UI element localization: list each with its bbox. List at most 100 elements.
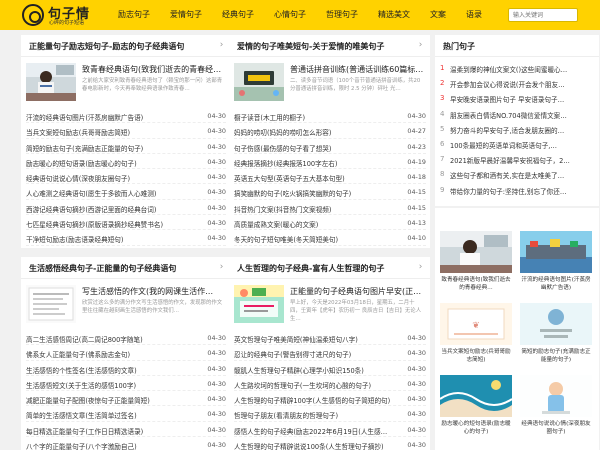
chevron-right-icon[interactable]: › [417,262,424,272]
list-item-title[interactable]: 抖音热门文案(抖音热门文案视频) [234,204,394,214]
list-item[interactable]: 简短的励志句子(充满励志正能量的句子) 04-30 [26,139,226,154]
list-item-title[interactable]: 人心难测之经典语句(愿生于多欲而人心难测) [26,188,194,198]
list-item[interactable]: 冬天的句子短句唯美(冬天简短美句) 04-10 [234,230,426,246]
list-item[interactable]: 干净短句励志(励志语录经典短句) 04-30 [26,230,226,246]
list-item[interactable]: 励志暖心的短句语录(励志暖心的句子) 04-30 [26,154,226,170]
hot-item[interactable]: 3 早安晚安语录图片句子 早安语录句子… [440,91,592,106]
nav-item-inspirational[interactable]: 励志句子 [108,0,160,30]
featured-article[interactable]: 写生活感悟的作文(我的网课生活作… 欣赏过这么多的满分作文写生活感悟的作文，发现… [26,285,226,325]
hot-item[interactable]: 5 努力奋斗的早安句子,适合发朋友圈的… [440,122,592,137]
gallery-caption[interactable]: 简短的励志句子(充满励志正能量的句子) [520,348,592,365]
gallery-caption[interactable]: 当兵文案短句励志(兵哥哥励志简短) [440,348,512,365]
hot-item[interactable]: 9 带给你力量的句子:坚持住,别忘了你还… [440,183,592,198]
list-item[interactable]: 人生哲理的句子精辟100字(人生感悟的句子简短的句) 04-30 [234,391,426,407]
list-item-title[interactable]: 当兵文案短句励志(兵哥哥励志简短) [26,127,194,137]
chevron-right-icon[interactable]: › [218,40,225,50]
list-item-title[interactable]: 八个字的正能量句子(八个字激励自己) [26,441,194,450]
list-item[interactable]: 减肥正能量句子配图(夜惊句子正能量简短) 04-30 [26,391,226,407]
list-item[interactable]: 句子伤感(最伤感的句子看了想哭) 04-23 [234,139,426,154]
gallery-item[interactable]: 汗流的经典语句图片(汗蒸房幽默广告语) [520,231,592,297]
section-title[interactable]: 正能量句子励志短句子-励志的句子经典语句 [29,41,184,52]
hot-item[interactable]: 8 这些句子都和酒有关,实在是太唯美了… [440,167,592,182]
section-title[interactable]: 生活感悟经典句子-正能量的句子经典语句 [29,263,176,274]
list-item[interactable]: 搞笑幽默的句子(吃火锅搞笑幽默的句子) 04-15 [234,184,426,200]
hot-item-title[interactable]: 温柔到爆的神仙文案文()这些闺蜜暖心… [450,64,592,74]
nav-item-philosophy[interactable]: 哲理句子 [316,0,368,30]
list-item[interactable]: 哲理句子朋友(看清朋友的哲理句子) 04-30 [234,406,426,422]
list-item-title[interactable]: 每日精选正能量句子(工作日日精选语录) [26,426,194,436]
list-item-title[interactable]: 减肥正能量句子配图(夜惊句子正能量简短) [26,395,194,405]
gallery-thumbnail[interactable] [440,375,512,417]
hot-item-title[interactable]: 2021新版早晨好温馨早安祝福句子，2… [450,155,592,165]
list-item[interactable]: 每日精选正能量句子(工作日日精选语录) 04-30 [26,422,226,438]
gallery-item[interactable]: 经典语句说说心情(深夜朋友圈句子) [520,375,592,441]
nav-item-classic[interactable]: 经典句子 [212,0,264,30]
list-item[interactable]: 经典报落摘抄(经典报落100字左右) 04-19 [234,154,426,170]
list-item-title[interactable]: 生活感悟的个性签名(生活感悟的文章) [26,365,194,375]
gallery-thumbnail[interactable] [520,375,592,417]
list-item[interactable]: 妈妈的唠叨(妈妈的唠叨怎么形容) 04-27 [234,123,426,139]
gallery-thumbnail[interactable] [520,231,592,273]
gallery-item[interactable]: 简短的励志句子(充满励志正能量的句子) [520,303,592,369]
list-item[interactable]: 抖音热门文案(抖音热门文案视频) 04-15 [234,200,426,216]
featured-thumbnail[interactable] [234,63,284,101]
featured-thumbnail[interactable] [234,285,284,323]
nav-item-love[interactable]: 爱情句子 [160,0,212,30]
hot-item-title[interactable]: 100条最短的英语单词和英语句子,… [450,140,592,150]
list-item-title[interactable]: 人生路坎坷的哲理句子(一生坎坷的心酸的句子) [234,380,394,390]
list-item-title[interactable]: 经典语句说说心情(深夜朋友圈句子) [26,173,194,183]
list-item-title[interactable]: 高二生活感悟周记(高二周记800字随笔) [26,334,194,344]
list-item[interactable]: 忍让的经典句子(警告别得寸进尺的句子) 04-30 [234,345,426,361]
list-item-title[interactable]: 生活感悟短文(关于生活的感悟100字) [26,380,194,390]
list-item-title[interactable]: 句子伤感(最伤感的句子看了想哭) [234,143,394,153]
list-item[interactable]: 橱子读音(木工用的橱子) 04-30 [234,108,426,124]
hot-item[interactable]: 6 100条最短的英语单词和英语句子,… [440,137,592,152]
list-item[interactable]: 生活感悟的个性签名(生活感悟的文章) 04-30 [26,361,226,376]
gallery-item[interactable]: 励志暖心的短句语录(励志暖心的句子) [440,375,512,441]
hot-item-title[interactable]: 这些句子都和酒有关,实在是太唯美了… [450,170,592,180]
list-item[interactable]: 髋肌人生哲理句子精辟(心理学小知识150条) 04-30 [234,361,426,376]
list-item-title[interactable]: 冬天的句子短句唯美(冬天简短美句) [234,234,394,244]
list-item-title[interactable]: 励志暖心的短句语录(励志暖心的句子) [26,158,194,168]
hot-item[interactable]: 2 开会参加会议心得说说(开会发个朋友… [440,76,592,91]
list-item-title[interactable]: 佛系女人正能量句子(佛系励志金句) [26,349,194,359]
hot-item-title[interactable]: 早安晚安语录图片句子 早安语录句子… [450,94,592,104]
gallery-item[interactable]: ❦ 当兵文案短句励志(兵哥哥励志简短) [440,303,512,369]
list-item-title[interactable]: 人生哲理的句子精辟100字(人生感悟的句子简短的句) [234,395,394,405]
list-item-title[interactable]: 经典报落摘抄(经典报落100字左右) [234,158,394,168]
list-item-title[interactable]: 简短的励志句子(充满励志正能量的句子) [26,143,194,153]
featured-title[interactable]: 致青春经典语句(致我们逝去的青春经典… [82,64,224,75]
list-item-title[interactable]: 橱子读音(木工用的橱子) [234,112,394,122]
nav-item-mood[interactable]: 心情句子 [264,0,316,30]
hot-item[interactable]: 7 2021新版早晨好温馨早安祝福句子，2… [440,152,592,167]
list-item[interactable]: 生活感悟短文(关于生活的感悟100字) 04-30 [26,376,226,392]
nav-item-essays[interactable]: 精选美文 [368,0,420,30]
list-item[interactable]: 人生哲理的句子精辟说说100条(人生哲理句子摘抄) 04-30 [234,437,426,450]
hot-item-title[interactable]: 朋友圈表白情话NO.704微信爱情文案… [450,110,592,120]
gallery-caption[interactable]: 汗流的经典语句图片(汗蒸房幽默广告语) [520,276,592,293]
list-item-title[interactable]: 高质量成熟文案(暖心的文案) [234,219,394,229]
chevron-right-icon[interactable]: › [218,262,225,272]
list-item-title[interactable]: 干净短句励志(励志语录经典短句) [26,234,194,244]
hot-item-title[interactable]: 努力奋斗的早安句子,适合发朋友圈的… [450,125,592,135]
list-item-title[interactable]: 感悟人生的句子经典(励志2022年6月19日(人生感… [234,426,394,436]
list-item[interactable]: 感悟人生的句子经典(励志2022年6月19日(人生感… 04-30 [234,422,426,438]
list-item[interactable]: 经典语句说说心情(深夜朋友圈句子) 04-30 [26,169,226,185]
list-item-title[interactable]: 英语五大句型(英语句子五大基本句型) [234,173,394,183]
gallery-thumbnail[interactable]: ❦ [440,303,512,345]
gallery-item[interactable]: 致青春经典语句(致我们逝去的青春经典… [440,231,512,297]
nav-item-quotes[interactable]: 语录 [456,0,492,30]
list-item[interactable]: 西游记经典语句摘抄(西游记里面的经典台词) 04-30 [26,200,226,216]
list-item-title[interactable]: 西游记经典语句摘抄(西游记里面的经典台词) [26,204,194,214]
list-item-title[interactable]: 忍让的经典句子(警告别得寸进尺的句子) [234,349,394,359]
featured-thumbnail[interactable] [26,63,76,101]
list-item[interactable]: 七匹星经典语句摘抄(原版语录摘抄经典赞书名) 04-30 [26,215,226,231]
gallery-caption[interactable]: 经典语句说说心情(深夜朋友圈句子) [520,420,592,437]
featured-article[interactable]: 普通话拼音训练(普通话训练60篇标… 二、读多音节词语（100个音节普通话拼音训… [234,63,426,103]
gallery-thumbnail[interactable] [520,303,592,345]
featured-title[interactable]: 正能量的句子经典语句图片早安(正… [290,286,424,297]
list-item[interactable]: 简单的生活感悟文章(生活简单过签名) 04-30 [26,406,226,422]
list-item-title[interactable]: 人生哲理的句子精辟说说100条(人生哲理句子摘抄) [234,441,394,450]
gallery-caption[interactable]: 致青春经典语句(致我们逝去的青春经典… [440,276,512,293]
featured-article[interactable]: 致青春经典语句(致我们逝去的青春经典… 之前给大家安利致青春经典语句了（赖宝的那… [26,63,226,103]
